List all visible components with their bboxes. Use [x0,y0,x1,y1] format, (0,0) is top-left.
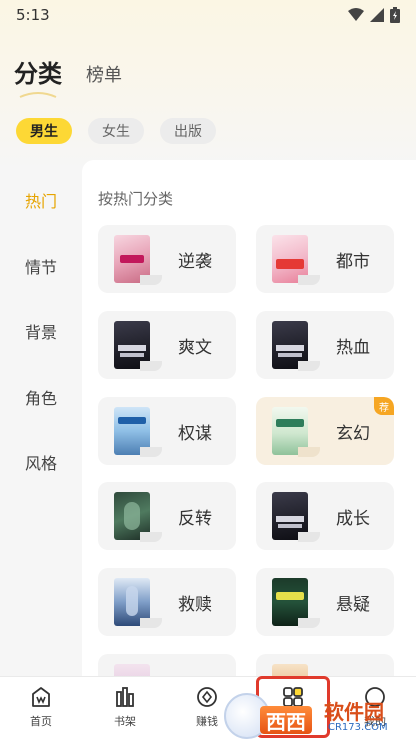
battery-icon [390,7,400,23]
status-time: 5:13 [16,6,50,24]
category-card-dushi[interactable]: 都市 [256,225,394,293]
wifi-icon [348,8,364,21]
category-card-xuanyi[interactable]: 悬疑 [256,568,394,636]
bookshelf-icon [116,687,134,707]
category-card-quanmou[interactable]: 权谋 [98,397,236,465]
category-card-xuanhuan[interactable]: 玄幻 荐 [256,397,394,465]
header-tabs: 分类 榜单 [14,54,122,98]
category-label: 成长 [336,508,370,529]
tab-ranking[interactable]: 榜单 [86,61,122,89]
watermark-tag: 西西 [260,706,312,734]
side-item-hot[interactable]: 热门 [0,188,82,212]
gender-filter-row: 男生 女生 出版 [16,118,216,144]
nav-bookshelf-label: 书架 [114,715,136,728]
category-card-shuangwen[interactable]: 爽文 [98,311,236,379]
category-panel: 按热门分类 逆袭 都市 爽文 热血 权谋 玄幻 荐 反转 成长 救赎 悬疑 [82,160,416,680]
watermark: 西西 软件园 CR173.COM [224,692,416,740]
signal-icon [370,8,384,22]
side-nav: 热门 情节 背景 角色 风格 [0,160,82,676]
side-item-role[interactable]: 角色 [0,385,82,409]
nav-home[interactable]: 首页 [6,685,76,729]
tab-active-indicator [19,92,57,98]
category-label: 反转 [178,508,212,529]
watermark-sub: CR173.COM [328,722,388,733]
category-label: 权谋 [178,423,212,444]
side-item-plot[interactable]: 情节 [0,254,82,278]
filter-female[interactable]: 女生 [88,118,144,144]
side-item-style[interactable]: 风格 [0,450,82,474]
category-card-jiushu[interactable]: 救赎 [98,568,236,636]
category-label: 救赎 [178,594,212,615]
nav-earn-label: 赚钱 [196,715,218,728]
recommend-badge: 荐 [374,397,394,415]
category-label: 都市 [336,251,370,272]
category-label: 热血 [336,337,370,358]
category-label: 玄幻 [336,423,370,444]
category-label: 悬疑 [336,594,370,615]
nav-bookshelf[interactable]: 书架 [90,685,160,729]
tab-category-label: 分类 [14,60,62,88]
category-card-nixi[interactable]: 逆袭 [98,225,236,293]
category-card-rexue[interactable]: 热血 [256,311,394,379]
tab-category[interactable]: 分类 [14,54,62,98]
watermark-text: 软件园 [324,700,384,724]
nav-home-label: 首页 [30,715,52,728]
side-item-background[interactable]: 背景 [0,319,82,343]
status-bar: 5:13 [0,0,416,30]
category-card-fanzhuan[interactable]: 反转 [98,482,236,550]
filter-male[interactable]: 男生 [16,118,72,144]
tab-ranking-label: 榜单 [86,65,122,86]
panel-title: 按热门分类 [98,190,174,208]
home-icon [32,687,50,707]
filter-publish[interactable]: 出版 [160,118,216,144]
category-label: 逆袭 [178,251,212,272]
category-card-chengzhang[interactable]: 成长 [256,482,394,550]
category-label: 爽文 [178,337,212,358]
coin-icon [197,687,217,707]
status-icons [348,7,400,23]
